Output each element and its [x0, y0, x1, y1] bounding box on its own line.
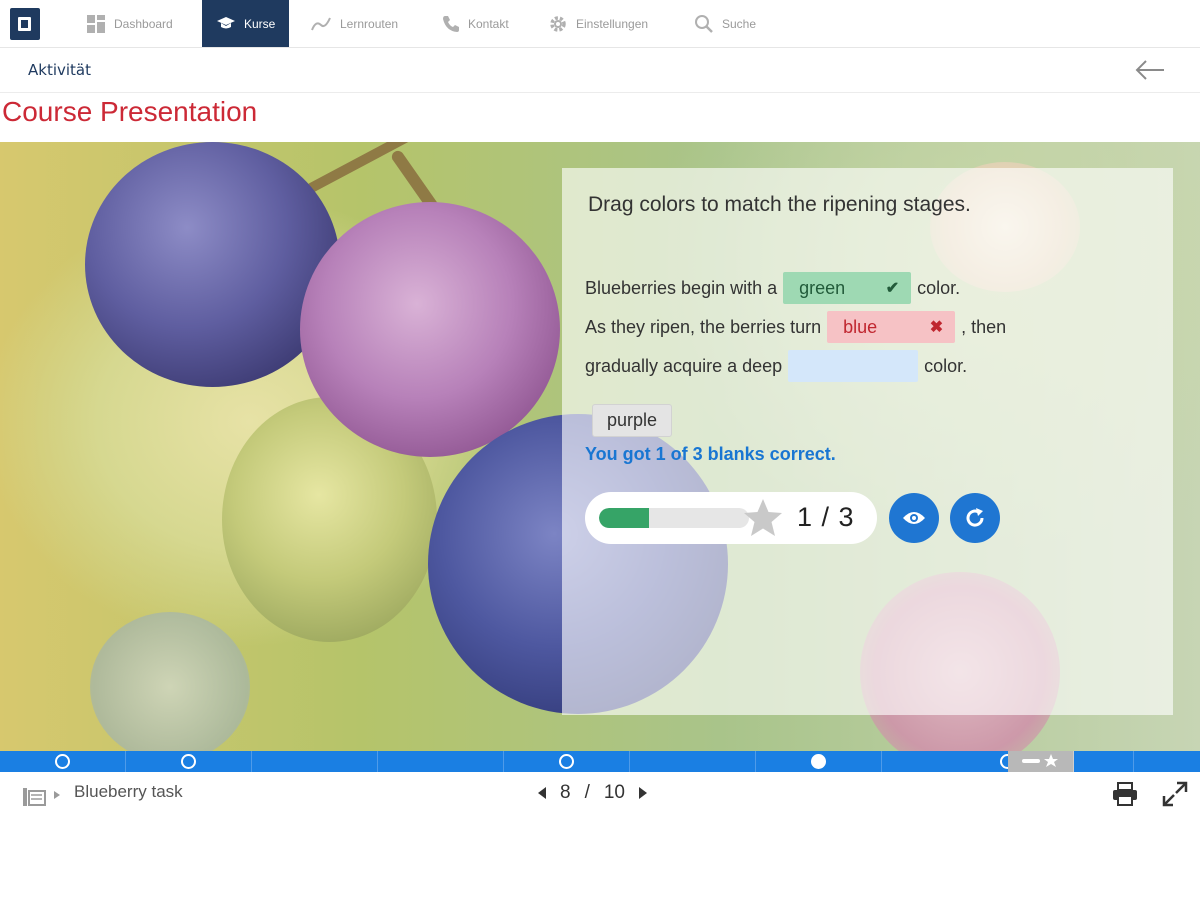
retry-icon	[966, 508, 984, 527]
progress-segment[interactable]	[756, 751, 882, 772]
feedback-text: You got 1 of 3 blanks correct.	[585, 444, 836, 464]
presentation-footer: Blueberry task 8 / 10	[0, 772, 1200, 816]
slide-area: Drag colors to match the ripening stages…	[0, 142, 1200, 751]
task-slide-marker	[559, 754, 574, 769]
progress-segment[interactable]	[378, 751, 504, 772]
total-slides: 10	[603, 782, 625, 803]
print-icon[interactable]	[1112, 782, 1138, 806]
sub-header: Aktivität	[0, 48, 1200, 93]
sentence-text: , then	[961, 316, 1007, 337]
route-icon	[311, 17, 331, 30]
nav-item-label: Dashboard	[114, 16, 173, 31]
sentence-text: color.	[917, 277, 961, 298]
slide-pager: 8 / 10	[538, 782, 647, 804]
top-navigation: Dashboard Kurse Lernrouten Kontakt Einst…	[0, 0, 1200, 48]
gear-icon	[550, 15, 566, 32]
cross-icon: ✖	[929, 319, 944, 336]
slide-list-icon[interactable]	[22, 787, 46, 807]
previous-slide-icon[interactable]	[538, 787, 546, 799]
progress-segment[interactable]	[504, 751, 630, 772]
progress-segment[interactable]	[0, 751, 126, 772]
score-fill	[599, 508, 649, 528]
drop-zone-empty[interactable]	[788, 350, 919, 382]
sentence-text: color.	[924, 355, 968, 376]
task-slide-marker	[55, 754, 70, 769]
nav-item-einstellungen[interactable]: Einstellungen	[544, 0, 684, 47]
nav-item-label: Lernrouten	[340, 16, 399, 31]
drop-zone-correct[interactable]: green ✔	[783, 272, 912, 304]
caret-right-icon	[54, 791, 60, 799]
check-icon: ✔	[885, 280, 900, 297]
current-slide-marker	[811, 754, 826, 769]
search-icon	[695, 14, 713, 33]
nav-item-label: Einstellungen	[576, 16, 649, 31]
score-text: 1 / 3	[797, 502, 855, 532]
next-slide-icon[interactable]	[639, 787, 647, 799]
course-title: Course Presentation	[2, 96, 258, 127]
score-track	[599, 508, 749, 528]
progress-segment[interactable]	[630, 751, 756, 772]
fullscreen-icon[interactable]	[1162, 781, 1188, 807]
nav-item-kurse[interactable]: Kurse	[202, 0, 289, 47]
sentence-line-2: As they ripen, the berries turn blue ✖ ,…	[585, 311, 1006, 343]
drop-zone-word: blue	[843, 316, 878, 337]
star-icon	[744, 499, 782, 536]
retry-button[interactable]	[950, 493, 1000, 543]
phone-icon	[443, 15, 459, 32]
graduation-cap-icon	[217, 16, 235, 28]
back-button[interactable]	[1134, 58, 1166, 86]
app-logo[interactable]	[10, 8, 40, 40]
background-berry	[300, 202, 560, 457]
sentence-line-1: Blueberries begin with a green ✔ color.	[585, 272, 960, 304]
eye-icon	[903, 512, 925, 524]
task-title: Blueberry task	[74, 782, 183, 801]
nav-item-kontakt[interactable]: Kontakt	[436, 0, 536, 47]
background-berry	[90, 612, 250, 751]
score-bar: 1 / 3	[585, 492, 877, 544]
task-slide-marker	[181, 754, 196, 769]
sentence-text: As they ripen, the berries turn	[585, 316, 822, 337]
dashboard-icon	[87, 14, 105, 33]
arrow-left-icon	[1135, 60, 1164, 80]
draggable-word[interactable]: purple	[592, 404, 673, 437]
sentence-text: gradually acquire a deep	[585, 355, 783, 376]
nav-item-label: Kontakt	[468, 16, 509, 31]
task-question: Drag colors to match the ripening stages…	[588, 193, 971, 216]
slide-progress-bar[interactable]	[0, 751, 1200, 772]
logo-page-icon	[18, 17, 31, 31]
summary-star-icon	[1022, 754, 1058, 767]
sentence-text: Blueberries begin with a	[585, 277, 778, 298]
sentence-line-3: gradually acquire a deep color.	[585, 350, 967, 382]
nav-item-lernrouten[interactable]: Lernrouten	[304, 0, 424, 47]
show-solution-button[interactable]	[889, 493, 939, 543]
nav-item-label: Kurse	[244, 16, 276, 31]
progress-segment[interactable]	[1008, 751, 1074, 772]
nav-item-dashboard[interactable]: Dashboard	[78, 0, 196, 47]
nav-item-suche[interactable]: Suche	[690, 0, 780, 47]
page-title: Aktivität	[28, 61, 91, 79]
drop-zone-wrong[interactable]: blue ✖	[827, 311, 956, 343]
current-slide-number: 8	[560, 782, 571, 803]
progress-segment[interactable]	[126, 751, 252, 772]
drag-text-panel: Drag colors to match the ripening stages…	[562, 168, 1173, 715]
drop-zone-word: green	[799, 277, 846, 298]
progress-segment[interactable]	[252, 751, 378, 772]
page-separator: /	[584, 782, 590, 803]
nav-item-label: Suche	[722, 16, 757, 31]
